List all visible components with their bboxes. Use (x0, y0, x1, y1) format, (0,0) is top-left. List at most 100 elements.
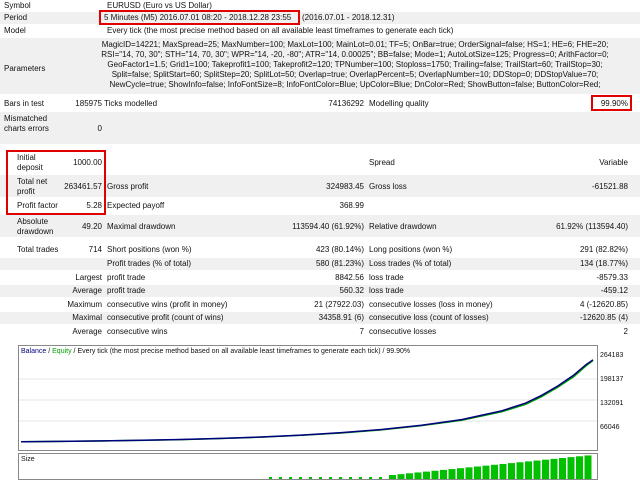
quality-highlight (591, 95, 632, 111)
size-bar (508, 463, 515, 479)
loss-trades-value: 134 (18.77%) (579, 259, 628, 268)
period-range: (2016.07.01 - 2018.12.31) (302, 13, 395, 22)
long-positions-label: Long positions (won %) (369, 245, 453, 254)
size-bar (457, 468, 464, 479)
size-bar (279, 477, 282, 479)
absolute-drawdown-value: 49.20 (81, 222, 102, 231)
largest-label: Largest (75, 273, 102, 282)
parameters-label: Parameters (4, 64, 46, 73)
model-label: Model (4, 26, 26, 35)
consecutive-profit-count-value: 34358.91 (6) (318, 313, 364, 322)
parameters-line-2: RSI="14, 70, 30"; STH="14, 70, 30"; WPR=… (101, 50, 609, 59)
absolute-drawdown-label: Absolute drawdown (17, 217, 54, 236)
size-bar (349, 477, 352, 479)
size-bar (379, 477, 382, 479)
deposit-highlight (6, 150, 106, 215)
maximum-label: Maximum (67, 300, 102, 309)
size-bar (491, 464, 498, 479)
size-bar (359, 477, 362, 479)
size-bar (299, 477, 302, 479)
average-label: Average (72, 286, 102, 295)
mismatch-label: Mismatched charts errors (4, 114, 49, 133)
size-bar (319, 477, 322, 479)
average-loss-label: loss trade (369, 286, 404, 295)
relative-drawdown-value: 61.92% (113594.40) (556, 222, 628, 231)
y-tick-4: 66046 (600, 424, 620, 431)
maximal-drawdown-label: Maximal drawdown (107, 222, 176, 231)
symbol-label: Symbol (4, 1, 31, 10)
consecutive-wins-money-label: consecutive wins (profit in money) (107, 300, 228, 309)
spread-label: Spread (369, 158, 395, 167)
gross-profit-value: 324983.45 (326, 182, 364, 191)
size-bar (423, 471, 430, 479)
avg-consecutive-losses-label: consecutive losses (369, 327, 437, 336)
ticks-value: 74136292 (328, 99, 364, 108)
ticks-label: Ticks modelled (104, 99, 158, 108)
parameters-line-1: MagicID=14221; MaxSpread=25; MaxNumber=1… (101, 40, 609, 49)
size-bar (289, 477, 292, 479)
series-equity-line (20, 359, 594, 443)
largest-loss-label: loss trade (369, 273, 404, 282)
size-bar (533, 460, 541, 479)
size-bar (465, 467, 473, 479)
size-chart-svg (269, 455, 592, 479)
consecutive-loss-count-label: consecutive loss (count of losses) (369, 313, 489, 322)
expected-payoff-value: 368.99 (339, 201, 364, 210)
size-bar (329, 477, 332, 479)
short-positions-label: Short positions (won %) (107, 245, 192, 254)
maximal-drawdown-value: 113594.40 (61.92%) (292, 222, 364, 231)
size-bar (414, 472, 422, 479)
maximal-label: Maximal (72, 313, 102, 322)
size-bar (474, 466, 481, 479)
mismatch-value: 0 (97, 124, 102, 133)
size-bar (369, 477, 372, 479)
bars-label: Bars in test (4, 99, 45, 108)
size-bar (406, 473, 413, 479)
strategy-tester-report: { "header": { "symbol_label": "Symbol", … (0, 0, 640, 480)
average-profit-value: 560.32 (339, 286, 364, 295)
bars-value: 185975 (75, 99, 102, 108)
y-tick-1: 264183 (600, 352, 624, 359)
size-bar (339, 477, 342, 479)
y-tick-2: 198137 (600, 376, 624, 383)
size-bar (584, 455, 592, 479)
total-trades-label: Total trades (17, 245, 59, 254)
largest-profit-label: profit trade (107, 273, 146, 282)
average-profit-label: profit trade (107, 286, 146, 295)
parameters-line-3: GeoFactor1=1.5; Grid1=100; Takeprofit1=1… (107, 60, 603, 69)
gross-loss-label: Gross loss (369, 182, 407, 191)
size-bar (389, 475, 396, 479)
parameters-line-5: NewCycle=true; ShowInfo=false; InfoFontS… (109, 80, 601, 89)
size-bar (525, 461, 532, 479)
period-highlight (99, 10, 300, 25)
expected-payoff-label: Expected payoff (107, 201, 165, 210)
size-chart: Size (18, 453, 598, 480)
consecutive-losses-money-value: 4 (-12620.85) (579, 300, 628, 309)
consecutive-wins-money-value: 21 (27922.03) (314, 300, 364, 309)
spread-value: Variable (599, 158, 628, 167)
consecutive-profit-count-label: consecutive profit (count of wins) (107, 313, 224, 322)
consecutive-losses-money-label: consecutive losses (loss in money) (369, 300, 493, 309)
largest-loss-value: -8579.33 (596, 273, 628, 282)
period-label: Period (4, 13, 28, 22)
size-bar (550, 458, 558, 479)
loss-trades-label: Loss trades (% of total) (369, 259, 452, 268)
relative-drawdown-label: Relative drawdown (369, 222, 437, 231)
size-bar (431, 470, 439, 479)
size-bar (309, 477, 312, 479)
size-bar (542, 459, 549, 479)
series-balance-line (20, 359, 594, 443)
short-positions-value: 423 (80.14%) (315, 245, 364, 254)
size-bar (567, 457, 575, 479)
parameters-line-4: Split=false; SplitStart=60; SplitStep=20… (111, 70, 599, 79)
profit-trades-value: 580 (81.23%) (315, 259, 364, 268)
consecutive-loss-count-value: -12620.85 (4) (579, 313, 628, 322)
gross-profit-label: Gross profit (107, 182, 149, 191)
model-value: Every tick (the most precise method base… (107, 26, 454, 35)
size-bar (397, 474, 405, 479)
size-bar (482, 465, 490, 479)
size-bar (559, 458, 566, 479)
avg-consecutive-wins-label: consecutive wins (107, 327, 168, 336)
size-bar (516, 462, 524, 479)
size-bar (576, 456, 583, 479)
